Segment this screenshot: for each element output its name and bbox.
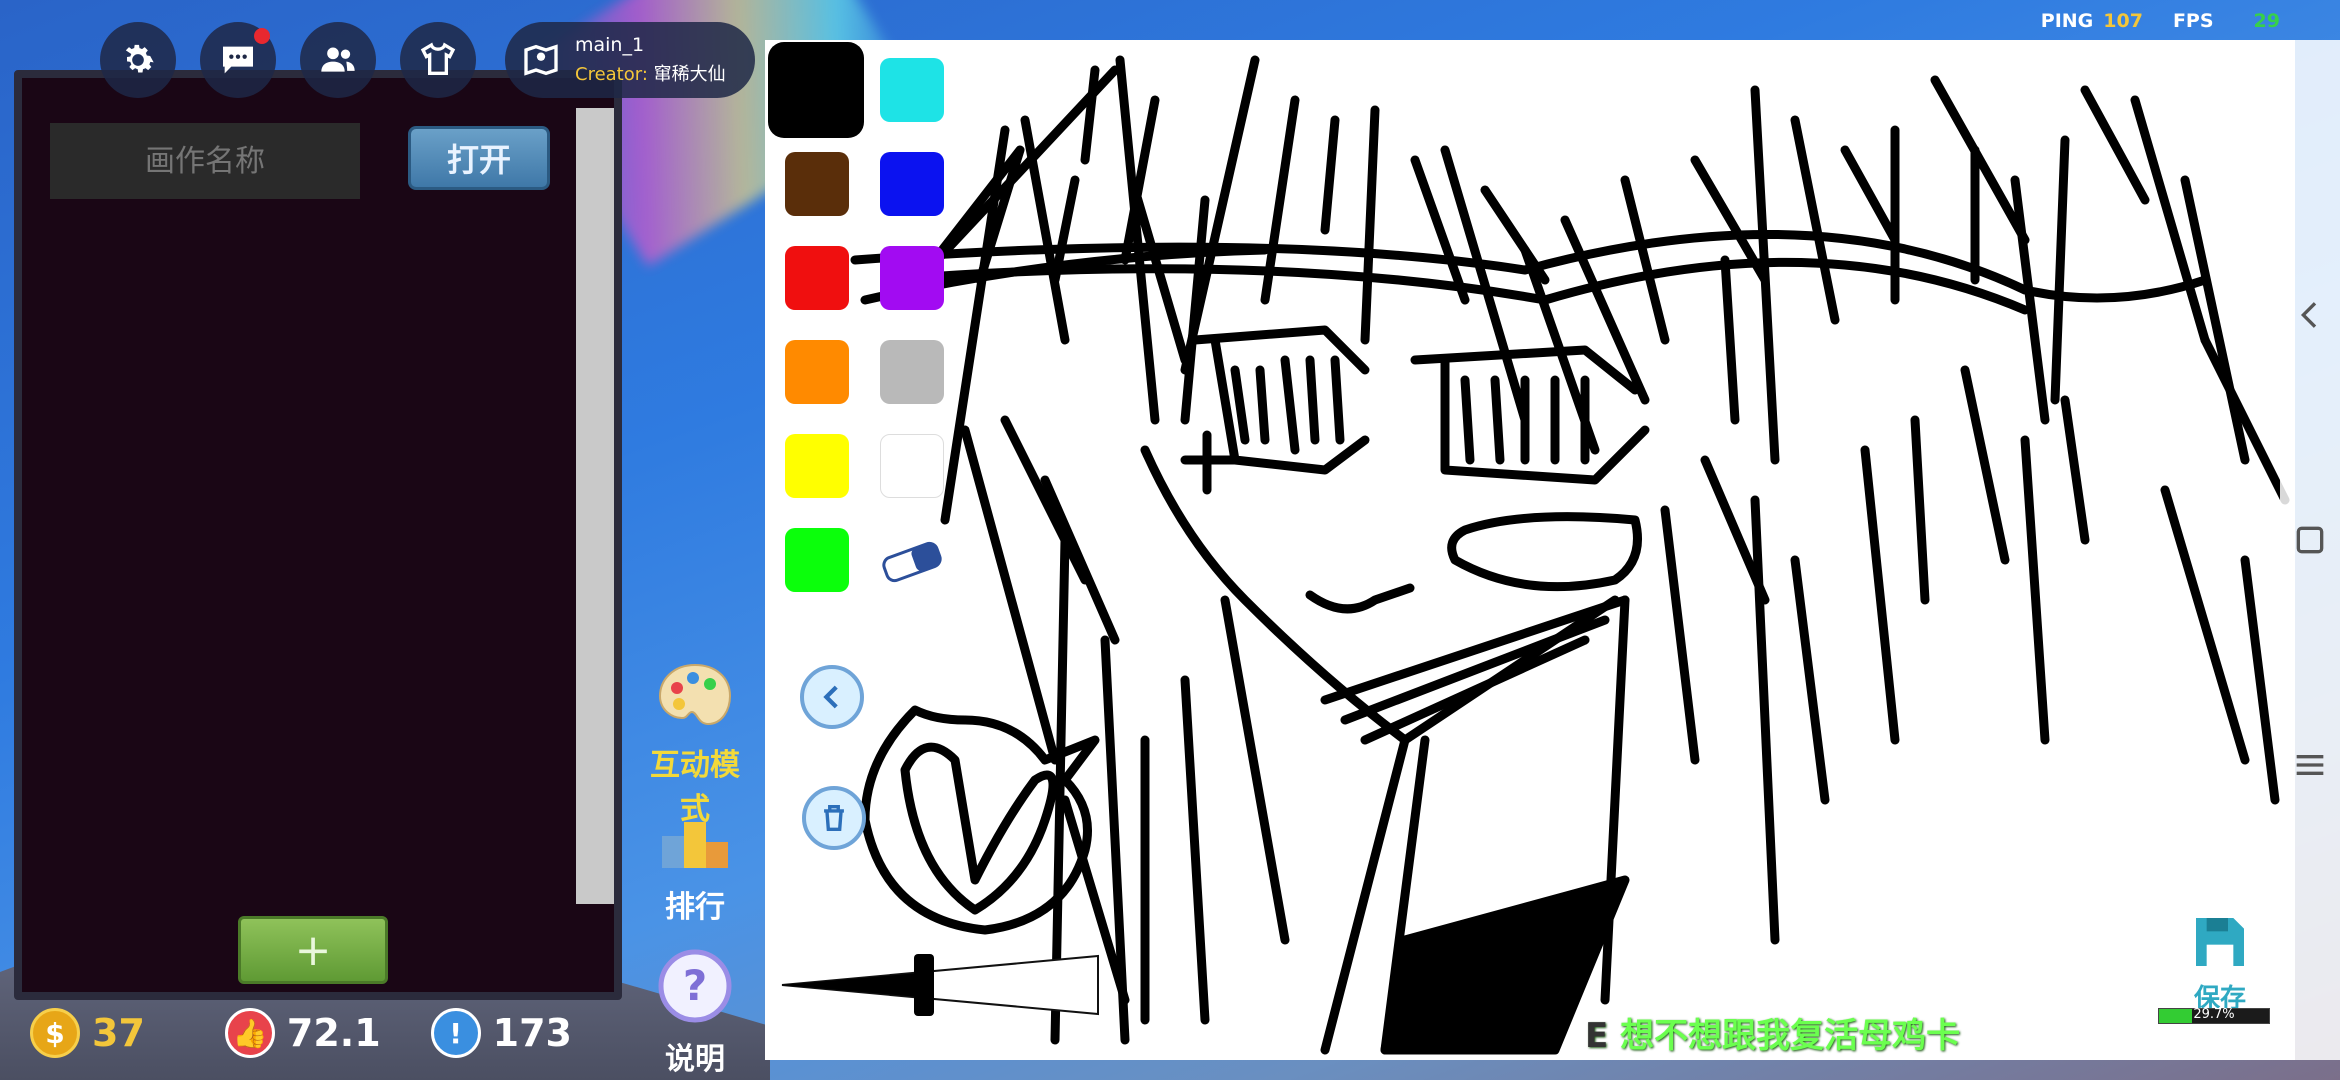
trash-icon [824,804,844,832]
color-swatch-gray[interactable] [880,340,944,404]
coins-counter: $ 37 [30,1008,145,1058]
ticker-prefix: E [1585,1016,1609,1056]
undo-button[interactable] [800,665,864,729]
currency-bar: $ 37 👍 72.1 ! 173 [30,1005,622,1061]
friends-icon [321,47,355,72]
menu-icon[interactable] [2290,745,2330,785]
help-button[interactable]: ? 说明 [640,948,750,1078]
gear-icon [125,44,154,73]
notification-dot [254,28,270,44]
color-swatch-purple[interactable] [880,246,944,310]
brush-size-slider[interactable] [780,950,1100,1020]
palette-icon [658,663,732,726]
save-progress-bar: 29.7% [2158,1007,2270,1024]
creator-label: Creator: [575,64,648,85]
outfit-button[interactable] [400,22,476,98]
system-nav-bar [2280,40,2340,1060]
exclamation-icon: ! [430,1008,481,1058]
interactive-mode-button[interactable]: 互动模式 [640,660,750,828]
ranking-button[interactable]: 排行 [640,812,750,926]
network-stats: PING 107 FPS 29 [2041,10,2280,32]
svg-text:?: ? [683,961,707,1010]
color-swatch-red[interactable] [785,246,849,310]
chat-ticker: E 想不想跟我复活母鸡卡 [1585,1008,1960,1057]
drawing-list-panel: 打开 + [14,70,622,1000]
add-painting-button[interactable]: + [238,916,388,984]
slider-handle [914,954,934,1016]
fps-value: 29 [2253,10,2280,32]
color-swatch-blue[interactable] [880,152,944,216]
color-swatch-black-selected[interactable] [768,42,864,138]
drawing-canvas[interactable] [765,40,2295,1060]
color-swatch-white[interactable] [880,434,944,498]
podium-icon [662,822,728,868]
friends-button[interactable] [300,22,376,98]
eraser-icon[interactable] [880,540,944,584]
clear-canvas-button[interactable] [802,786,866,850]
question-icon: ? [658,949,732,1023]
color-swatch-brown[interactable] [785,152,849,216]
color-swatch-cyan[interactable] [880,58,944,122]
settings-button[interactable] [100,22,176,98]
creator-name: 窜稀大仙 [653,64,726,85]
save-icon [2196,918,2244,966]
chevron-left-icon [823,685,838,709]
sketch-strokes [850,55,2290,1055]
save-progress-text: 29.7% [2193,1007,2235,1022]
save-button[interactable]: 保存 [2180,910,2260,1015]
home-icon[interactable] [2290,520,2330,560]
shirt-swap-icon [420,42,456,75]
open-button[interactable]: 打开 [408,126,550,190]
likes-counter: 👍 72.1 [224,1008,381,1058]
back-icon[interactable] [2290,295,2330,335]
alerts-counter: ! 173 [430,1008,572,1058]
help-label: 说明 [665,1042,725,1077]
ping-label: PING [2040,10,2094,32]
ping-value: 107 [2103,10,2143,32]
map-info-pill[interactable]: main_1 Creator: 窜稀大仙 [505,22,755,98]
map-creator: Creator: 窜稀大仙 [575,60,726,86]
color-swatch-green[interactable] [785,528,849,592]
alerts-value: 173 [492,1011,572,1055]
color-swatch-yellow[interactable] [785,434,849,498]
ticker-message: 想不想跟我复活母鸡卡 [1620,1016,1961,1056]
color-swatch-orange[interactable] [785,340,849,404]
coins-value: 37 [92,1011,145,1055]
map-name: main_1 [575,34,645,56]
add-button-label: + [294,924,332,976]
ranking-label: 排行 [665,890,725,925]
painting-name-input[interactable] [50,123,360,199]
fps-label: FPS [2172,10,2214,32]
coin-icon: $ [30,1008,80,1058]
chat-button[interactable] [200,22,276,98]
list-scrollbar[interactable] [576,108,614,904]
likes-value: 72.1 [286,1011,381,1055]
chat-icon [223,46,253,74]
open-button-label: 打开 [446,141,511,179]
map-pin-icon [524,44,558,76]
thumbs-up-icon: 👍 [224,1008,275,1058]
